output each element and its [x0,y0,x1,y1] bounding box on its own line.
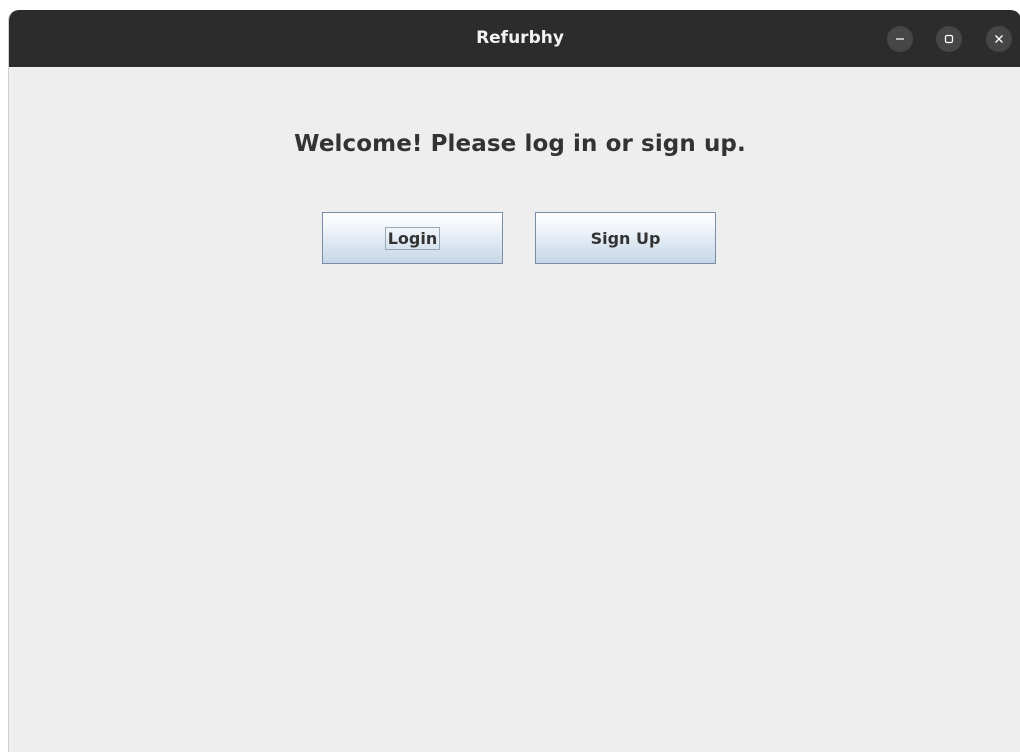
minimize-icon [894,33,906,45]
app-window: Refurbhy Welcome! Please log in or sign … [8,10,1020,752]
window-title: Refurbhy [476,28,564,48]
login-button-label: Login [384,226,441,250]
title-bar[interactable]: Refurbhy [9,10,1020,67]
signup-button[interactable]: Sign Up [535,212,716,264]
maximize-icon [943,33,955,45]
signup-button-label: Sign Up [590,228,661,248]
login-button[interactable]: Login [322,212,503,264]
close-button[interactable] [986,26,1012,52]
close-icon [993,33,1005,45]
main-panel: Welcome! Please log in or sign up. Login… [9,67,1020,752]
minimize-button[interactable] [887,26,913,52]
welcome-heading: Welcome! Please log in or sign up. [294,131,746,157]
maximize-button[interactable] [936,26,962,52]
